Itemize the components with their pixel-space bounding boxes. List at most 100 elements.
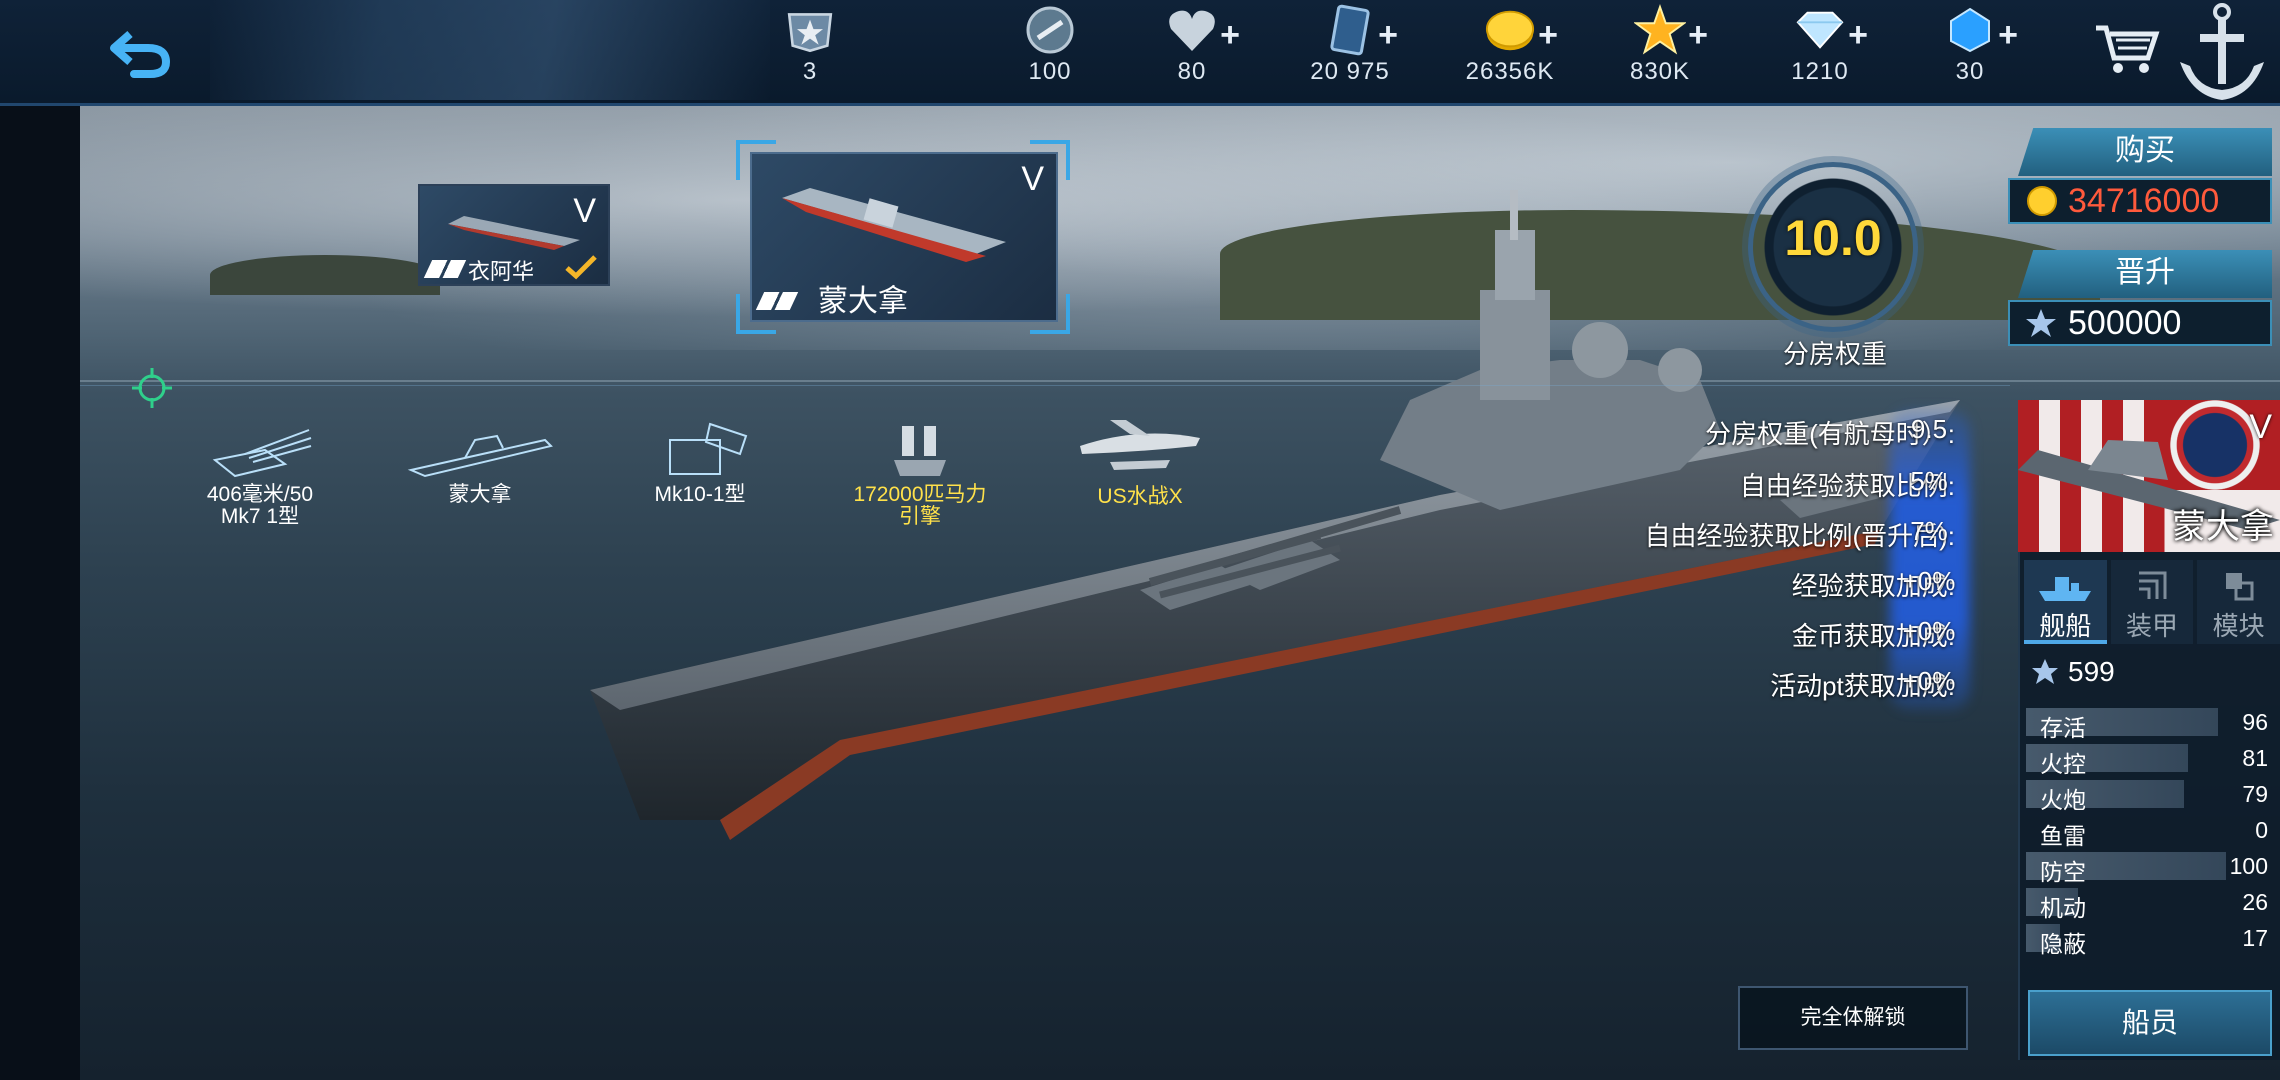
crystal-icon: + <box>1944 4 2018 56</box>
port-anchor-button[interactable] <box>2170 0 2270 106</box>
attribute-row: 存活 96 <box>2026 706 2272 741</box>
shopping-cart-icon <box>2096 25 2160 73</box>
equip-fire-control[interactable]: Mk10-1型 <box>620 420 780 506</box>
equip-floatplane[interactable]: US水战X <box>1060 416 1220 508</box>
stat-value: 7% <box>1910 516 1948 546</box>
equip-hull[interactable]: 蒙大拿 <box>400 420 560 506</box>
tab-armor[interactable]: 装甲 <box>2110 560 2194 644</box>
ship-portrait: V 蒙大拿 <box>2018 400 2280 552</box>
star-plus-icon[interactable]: + <box>1688 18 1708 52</box>
rank-value: 3 <box>802 58 818 85</box>
selection-bracket <box>736 140 776 180</box>
crosshair-icon[interactable] <box>132 368 172 408</box>
diamond-icon: + <box>1794 4 1868 56</box>
attribute-label: 存活 <box>2040 715 2086 741</box>
attribute-label: 火控 <box>2040 751 2086 777</box>
attribute-value: 81 <box>2242 745 2268 771</box>
armor-icon <box>2139 571 2167 599</box>
star-icon <box>2032 659 2058 684</box>
star-count-value: 599 <box>2068 656 2115 687</box>
attribute-row: 机动 26 <box>2026 886 2272 921</box>
equip-label: US水战X <box>1097 485 1183 508</box>
attribute-row: 防空 100 <box>2026 850 2272 885</box>
attribute-label: 隐蔽 <box>2040 931 2086 957</box>
gold-value: 26356K <box>1465 58 1555 85</box>
medal-value: 100 <box>1028 58 1072 85</box>
rank-resource[interactable]: 3 <box>770 4 850 86</box>
shop-cart-button[interactable] <box>2092 18 2162 78</box>
promote-button[interactable]: 晋升 500000 <box>2008 250 2272 346</box>
heart-resource[interactable]: + 80 <box>1152 4 1240 86</box>
equip-main-gun[interactable]: 406毫米/50 Mk7 1型 <box>180 420 340 528</box>
diamond-resource[interactable]: + 1210 <box>1775 4 1868 86</box>
attribute-label: 防空 <box>2040 859 2086 885</box>
star-count: 599 <box>2030 656 2115 688</box>
gun-turret-icon <box>212 429 312 478</box>
attribute-label: 火炮 <box>2040 787 2086 813</box>
attribute-value: 79 <box>2242 781 2268 807</box>
stat-value: +0% <box>1902 566 1956 596</box>
stat-value: +0% <box>1902 666 1956 696</box>
heart-value: 80 <box>1177 58 1207 85</box>
equip-label: 172000匹马力 引擎 <box>853 483 987 528</box>
scene-divider <box>80 385 2010 386</box>
diamond-plus-icon[interactable]: + <box>1848 18 1868 52</box>
tab-label: 装甲 <box>2126 611 2179 641</box>
star-icon <box>2026 309 2056 337</box>
promote-label: 晋升 <box>2018 250 2272 298</box>
ship-card-montana-selected[interactable]: V 蒙大拿 <box>750 152 1058 322</box>
selection-bracket <box>1030 294 1070 334</box>
ship-icon <box>2039 577 2092 601</box>
stat-value: 5% <box>1910 466 1948 496</box>
equip-label: 蒙大拿 <box>448 483 512 506</box>
gold-coin-icon: + <box>1484 4 1558 56</box>
selection-bracket <box>736 294 776 334</box>
equip-label: 406毫米/50 Mk7 1型 <box>206 483 314 528</box>
medal-icon <box>1024 4 1076 56</box>
stat-value: +0% <box>1902 616 1956 646</box>
ship-tier: V <box>573 192 596 230</box>
full-unlock-button[interactable]: 完全体解锁 <box>1738 986 1968 1050</box>
crystal-value: 30 <box>1955 58 1985 85</box>
gold-coin-icon <box>2027 186 2057 216</box>
tab-ship[interactable]: 舰船 <box>2024 560 2107 644</box>
attribute-row: 隐蔽 17 <box>2026 922 2272 957</box>
anchor-icon <box>2180 3 2264 100</box>
card-icon: + <box>1324 4 1398 56</box>
room-weight-gauge: 10.0 <box>1748 162 1918 332</box>
crystal-resource[interactable]: + 30 <box>1930 4 2018 86</box>
card-resource[interactable]: + 20 975 <box>1290 4 1410 86</box>
attribute-row: 火控 81 <box>2026 742 2272 777</box>
attribute-value: 17 <box>2242 925 2268 951</box>
tab-label: 模块 <box>2212 611 2265 641</box>
buy-button[interactable]: 购买 34716000 <box>2008 128 2272 224</box>
back-button[interactable] <box>100 18 180 88</box>
seaplane-icon <box>1080 420 1200 470</box>
attribute-value: 0 <box>2255 817 2268 843</box>
medal-resource[interactable]: 100 <box>1010 4 1090 86</box>
card-value: 20 975 <box>1310 58 1390 85</box>
equip-engine[interactable]: 172000匹马力 引擎 <box>830 420 1010 528</box>
tab-module[interactable]: 模块 <box>2197 560 2280 644</box>
crystal-plus-icon[interactable]: + <box>1998 18 2018 52</box>
attribute-value: 100 <box>2229 853 2268 879</box>
heart-icon: + <box>1166 4 1240 56</box>
crew-button[interactable]: 船员 <box>2028 990 2272 1056</box>
attribute-row: 鱼雷 0 <box>2026 814 2272 849</box>
buy-price: 34716000 <box>2068 181 2220 220</box>
ship-hull-icon <box>407 434 553 478</box>
attribute-value: 96 <box>2242 709 2268 735</box>
back-arrow-icon <box>110 30 171 78</box>
engine-icon <box>894 426 946 476</box>
gold-star-icon: + <box>1634 4 1708 56</box>
module-icon <box>2225 573 2254 601</box>
ship-tier: V <box>2249 408 2272 446</box>
ship-card-iowa[interactable]: V 衣阿华 <box>418 184 610 286</box>
star-resource[interactable]: + 830K <box>1615 4 1708 86</box>
nation-flag-icon <box>423 260 467 278</box>
heart-plus-icon[interactable]: + <box>1220 18 1240 52</box>
gold-resource[interactable]: + 26356K <box>1445 4 1575 86</box>
ship-name: 衣阿华 <box>468 259 535 284</box>
card-plus-icon[interactable]: + <box>1378 18 1398 52</box>
gold-plus-icon[interactable]: + <box>1538 18 1558 52</box>
